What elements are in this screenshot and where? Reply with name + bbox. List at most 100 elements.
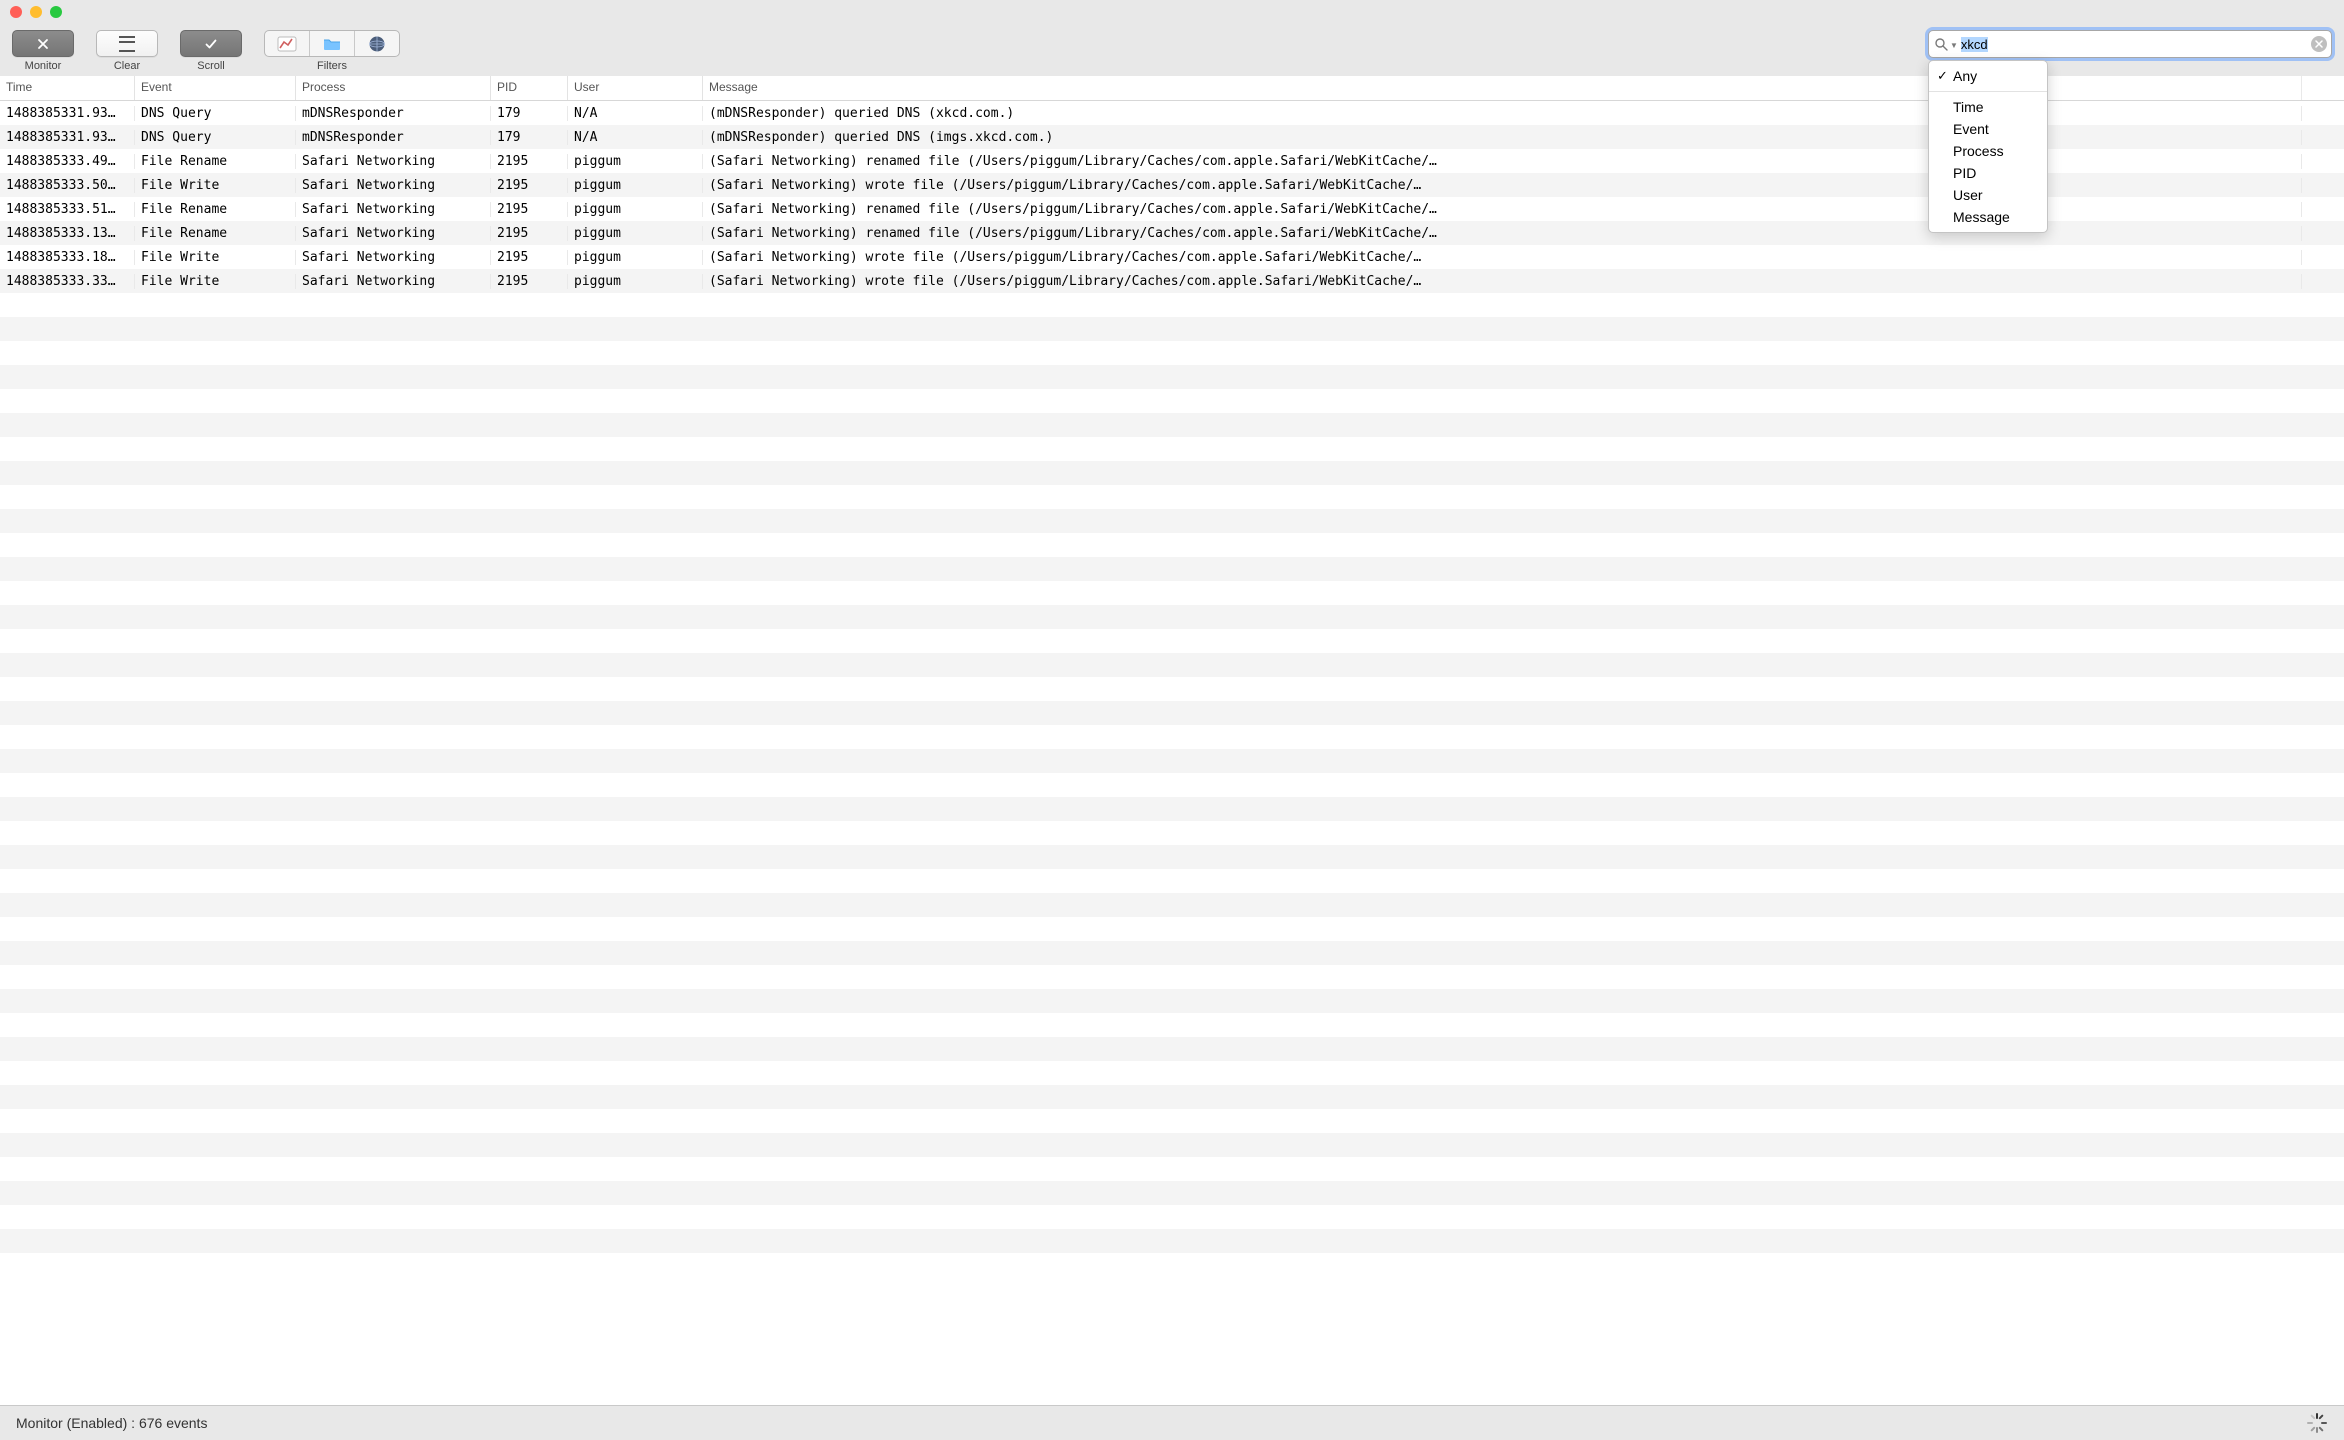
- col-header-pid[interactable]: PID: [491, 76, 568, 100]
- table-row-empty: [0, 989, 2344, 1013]
- scroll-button[interactable]: [180, 30, 242, 57]
- cell-process: Safari Networking: [296, 202, 491, 217]
- search-scope-caret-icon[interactable]: ▼: [1950, 41, 1958, 50]
- cell-message: (Safari Networking) wrote file (/Users/p…: [703, 274, 2302, 289]
- search-scope-message[interactable]: Message: [1929, 206, 2047, 228]
- cell-process: Safari Networking: [296, 178, 491, 193]
- table-row-empty: [0, 1109, 2344, 1133]
- cell-user: piggum: [568, 274, 703, 289]
- cell-user: piggum: [568, 154, 703, 169]
- table-row-empty: [0, 725, 2344, 749]
- cell-process: Safari Networking: [296, 250, 491, 265]
- table-row-empty: [0, 1013, 2344, 1037]
- table-row-empty: [0, 653, 2344, 677]
- globe-icon: [368, 35, 386, 53]
- check-icon: [204, 37, 218, 51]
- table-row-empty: [0, 1229, 2344, 1253]
- filter-network-button[interactable]: [355, 31, 399, 56]
- col-header-user[interactable]: User: [568, 76, 703, 100]
- search-icon[interactable]: [1935, 38, 1948, 51]
- table-row-empty: [0, 1133, 2344, 1157]
- table-row-empty: [0, 509, 2344, 533]
- search-scope-any[interactable]: Any: [1929, 65, 2047, 87]
- cell-process: Safari Networking: [296, 274, 491, 289]
- table-row-empty: [0, 365, 2344, 389]
- cell-time: 1488385333.33…: [0, 274, 135, 289]
- table-row-empty: [0, 845, 2344, 869]
- window-minimize-button[interactable]: [30, 6, 42, 18]
- cell-message: (mDNSResponder) queried DNS (xkcd.com.): [703, 106, 2302, 121]
- table-row-empty: [0, 461, 2344, 485]
- cell-time: 1488385333.18…: [0, 250, 135, 265]
- col-header-process[interactable]: Process: [296, 76, 491, 100]
- col-header-event[interactable]: Event: [135, 76, 296, 100]
- filter-events-button[interactable]: [265, 31, 310, 56]
- col-header-message[interactable]: Message: [703, 76, 2302, 100]
- search-scope-user[interactable]: User: [1929, 184, 2047, 206]
- cell-event: File Write: [135, 274, 296, 289]
- chart-icon: [277, 36, 297, 52]
- status-text: Monitor (Enabled) : 676 events: [16, 1415, 207, 1431]
- search-scope-dropdown: Any Time Event Process PID User Message: [1928, 60, 2048, 233]
- table-row[interactable]: 1488385333.33…File WriteSafari Networkin…: [0, 269, 2344, 293]
- table-body[interactable]: 1488385331.93…DNS QuerymDNSResponder179N…: [0, 101, 2344, 1253]
- clear-label: Clear: [114, 60, 140, 72]
- cell-event: File Rename: [135, 154, 296, 169]
- table-row-empty: [0, 485, 2344, 509]
- cell-message: (Safari Networking) wrote file (/Users/p…: [703, 250, 2302, 265]
- cell-process: Safari Networking: [296, 154, 491, 169]
- cell-time: 1488385333.13…: [0, 226, 135, 241]
- cell-user: piggum: [568, 250, 703, 265]
- search-field[interactable]: ▼: [1928, 30, 2332, 58]
- table-row-empty: [0, 557, 2344, 581]
- dropdown-separator: [1929, 91, 2047, 92]
- search-clear-button[interactable]: [2311, 36, 2327, 52]
- filters-segmented: [264, 30, 400, 57]
- filters-label: Filters: [317, 60, 347, 72]
- window-zoom-button[interactable]: [50, 6, 62, 18]
- cell-pid: 179: [491, 130, 568, 145]
- monitor-button[interactable]: [12, 30, 74, 57]
- window-close-button[interactable]: [10, 6, 22, 18]
- table-row-empty: [0, 797, 2344, 821]
- list-lines-icon: [119, 36, 135, 52]
- monitor-label: Monitor: [25, 60, 62, 72]
- cell-message: (Safari Networking) renamed file (/Users…: [703, 202, 2302, 217]
- cell-pid: 2195: [491, 226, 568, 241]
- table-row-empty: [0, 293, 2344, 317]
- table-row[interactable]: 1488385333.18…File WriteSafari Networkin…: [0, 245, 2344, 269]
- table-row-empty: [0, 701, 2344, 725]
- cell-user: piggum: [568, 178, 703, 193]
- search-container: ▼ Any Time Event Process PID User Messag…: [1928, 30, 2332, 58]
- search-scope-time[interactable]: Time: [1929, 96, 2047, 118]
- table-row-empty: [0, 317, 2344, 341]
- search-scope-event[interactable]: Event: [1929, 118, 2047, 140]
- table-row-empty: [0, 869, 2344, 893]
- table-row-empty: [0, 1061, 2344, 1085]
- table-row-empty: [0, 773, 2344, 797]
- table-row-empty: [0, 1037, 2344, 1061]
- table-row-empty: [0, 1157, 2344, 1181]
- activity-spinner-icon: [2306, 1412, 2328, 1434]
- table-row-empty: [0, 893, 2344, 917]
- cell-process: Safari Networking: [296, 226, 491, 241]
- table-row-empty: [0, 941, 2344, 965]
- search-scope-process[interactable]: Process: [1929, 140, 2047, 162]
- table-row-empty: [0, 1085, 2344, 1109]
- cell-message: (Safari Networking) renamed file (/Users…: [703, 226, 2302, 241]
- table-row-empty: [0, 629, 2344, 653]
- table-row-empty: [0, 437, 2344, 461]
- cell-event: File Write: [135, 250, 296, 265]
- search-scope-pid[interactable]: PID: [1929, 162, 2047, 184]
- folder-icon: [322, 36, 342, 52]
- clear-button[interactable]: [96, 30, 158, 57]
- cell-event: File Rename: [135, 226, 296, 241]
- search-input[interactable]: [1961, 37, 2311, 52]
- cell-event: DNS Query: [135, 130, 296, 145]
- cell-process: mDNSResponder: [296, 106, 491, 121]
- cell-pid: 2195: [491, 274, 568, 289]
- scroll-label: Scroll: [197, 60, 225, 72]
- filter-files-button[interactable]: [310, 31, 355, 56]
- col-header-time[interactable]: Time: [0, 76, 135, 100]
- cell-user: N/A: [568, 106, 703, 121]
